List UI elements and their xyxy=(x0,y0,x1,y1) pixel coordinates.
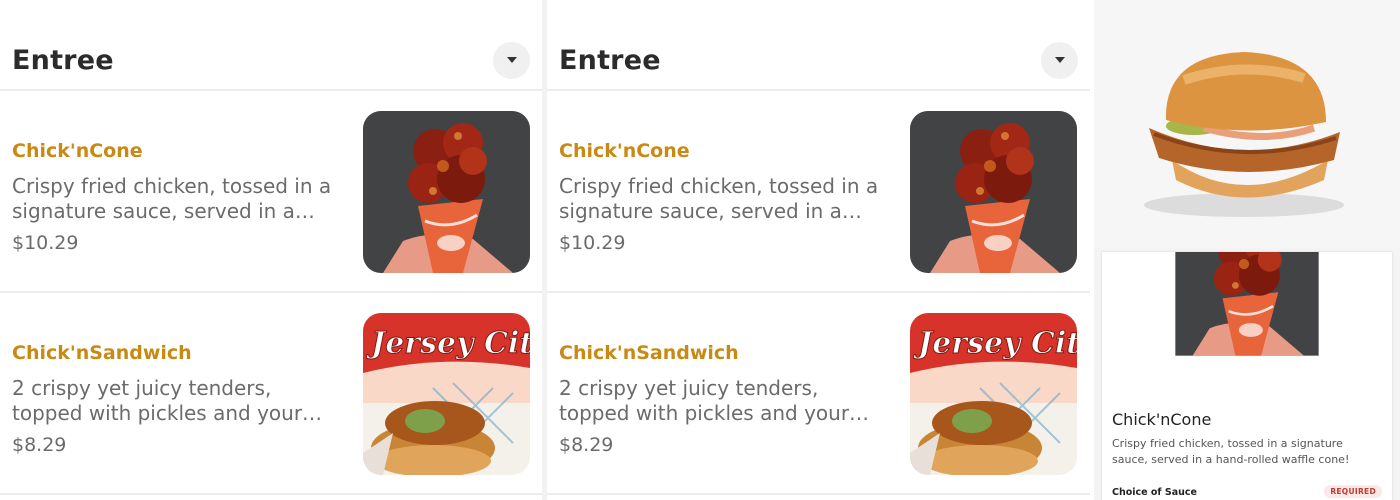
menu-item-text: Chick'nCone Crispy fried chicken, tossed… xyxy=(559,140,894,254)
menu-item[interactable]: Chick'nCone Crispy fried chicken, tossed… xyxy=(0,91,542,291)
menu-item-price: $10.29 xyxy=(12,232,79,254)
chickncone-photo xyxy=(1102,252,1392,390)
section-header: Entree xyxy=(12,40,530,80)
menu-item-text: Chick'nSandwich 2 crispy yet juicy tende… xyxy=(559,342,894,456)
option-group-label: Choice of Sauce xyxy=(1112,487,1197,498)
chickncone-photo xyxy=(363,111,530,273)
divider xyxy=(0,493,542,495)
item-detail-modal: Chick'nCone Crispy fried chicken, tossed… xyxy=(1102,252,1392,500)
section-header: Entree xyxy=(559,40,1078,80)
menu-item-name: Chick'nSandwich xyxy=(559,342,739,364)
menu-item-price: $8.29 xyxy=(559,434,614,456)
chickncone-photo xyxy=(910,111,1077,273)
menu-item-name: Chick'nSandwich xyxy=(12,342,192,364)
modal-item-title: Chick'nCone xyxy=(1112,410,1212,429)
collapse-section-button[interactable] xyxy=(493,41,530,79)
menu-item-description: Crispy fried chicken, tossed in a signat… xyxy=(12,174,332,223)
menu-item[interactable]: Chick'nSandwich 2 crispy yet juicy tende… xyxy=(0,293,542,493)
caret-down-icon xyxy=(506,57,517,63)
chicknsandwich-photo xyxy=(363,313,530,475)
section-title: Entree xyxy=(12,44,114,76)
menu-item-text: Chick'nSandwich 2 crispy yet juicy tende… xyxy=(12,342,347,456)
menu-item[interactable]: Chick'nSandwich 2 crispy yet juicy tende… xyxy=(547,293,1090,493)
modal-item-description: Crispy fried chicken, tossed in a signat… xyxy=(1112,437,1350,466)
chicken-sandwich-photo xyxy=(1094,0,1400,248)
menu-item-description: 2 crispy yet juicy tenders, topped with … xyxy=(12,376,303,425)
menu-item-name: Chick'nCone xyxy=(559,140,690,162)
menu-item-description: Crispy fried chicken, tossed in a signat… xyxy=(559,174,879,223)
menu-item-name: Chick'nCone xyxy=(12,140,143,162)
menu-item[interactable]: Chick'nCone Crispy fried chicken, tossed… xyxy=(547,91,1090,291)
menu-item-description: 2 crispy yet juicy tenders, topped with … xyxy=(559,376,850,425)
menu-item-text: Chick'nCone Crispy fried chicken, tossed… xyxy=(12,140,347,254)
chicknsandwich-photo xyxy=(910,313,1077,475)
collapse-section-button[interactable] xyxy=(1041,41,1078,79)
caret-down-icon xyxy=(1054,57,1065,63)
menu-item-price: $10.29 xyxy=(559,232,626,254)
section-title: Entree xyxy=(559,44,661,76)
required-badge: REQUIRED xyxy=(1324,485,1382,498)
menu-item-price: $8.29 xyxy=(12,434,67,456)
divider xyxy=(547,493,1090,495)
menu-panel-left: Entree Chick'nCone Crispy fried chicken,… xyxy=(0,0,542,500)
menu-panel-right: Entree Chick'nCone Crispy fried chicken,… xyxy=(547,0,1090,500)
item-detail-column: Chick'nCone Crispy fried chicken, tossed… xyxy=(1094,0,1400,500)
